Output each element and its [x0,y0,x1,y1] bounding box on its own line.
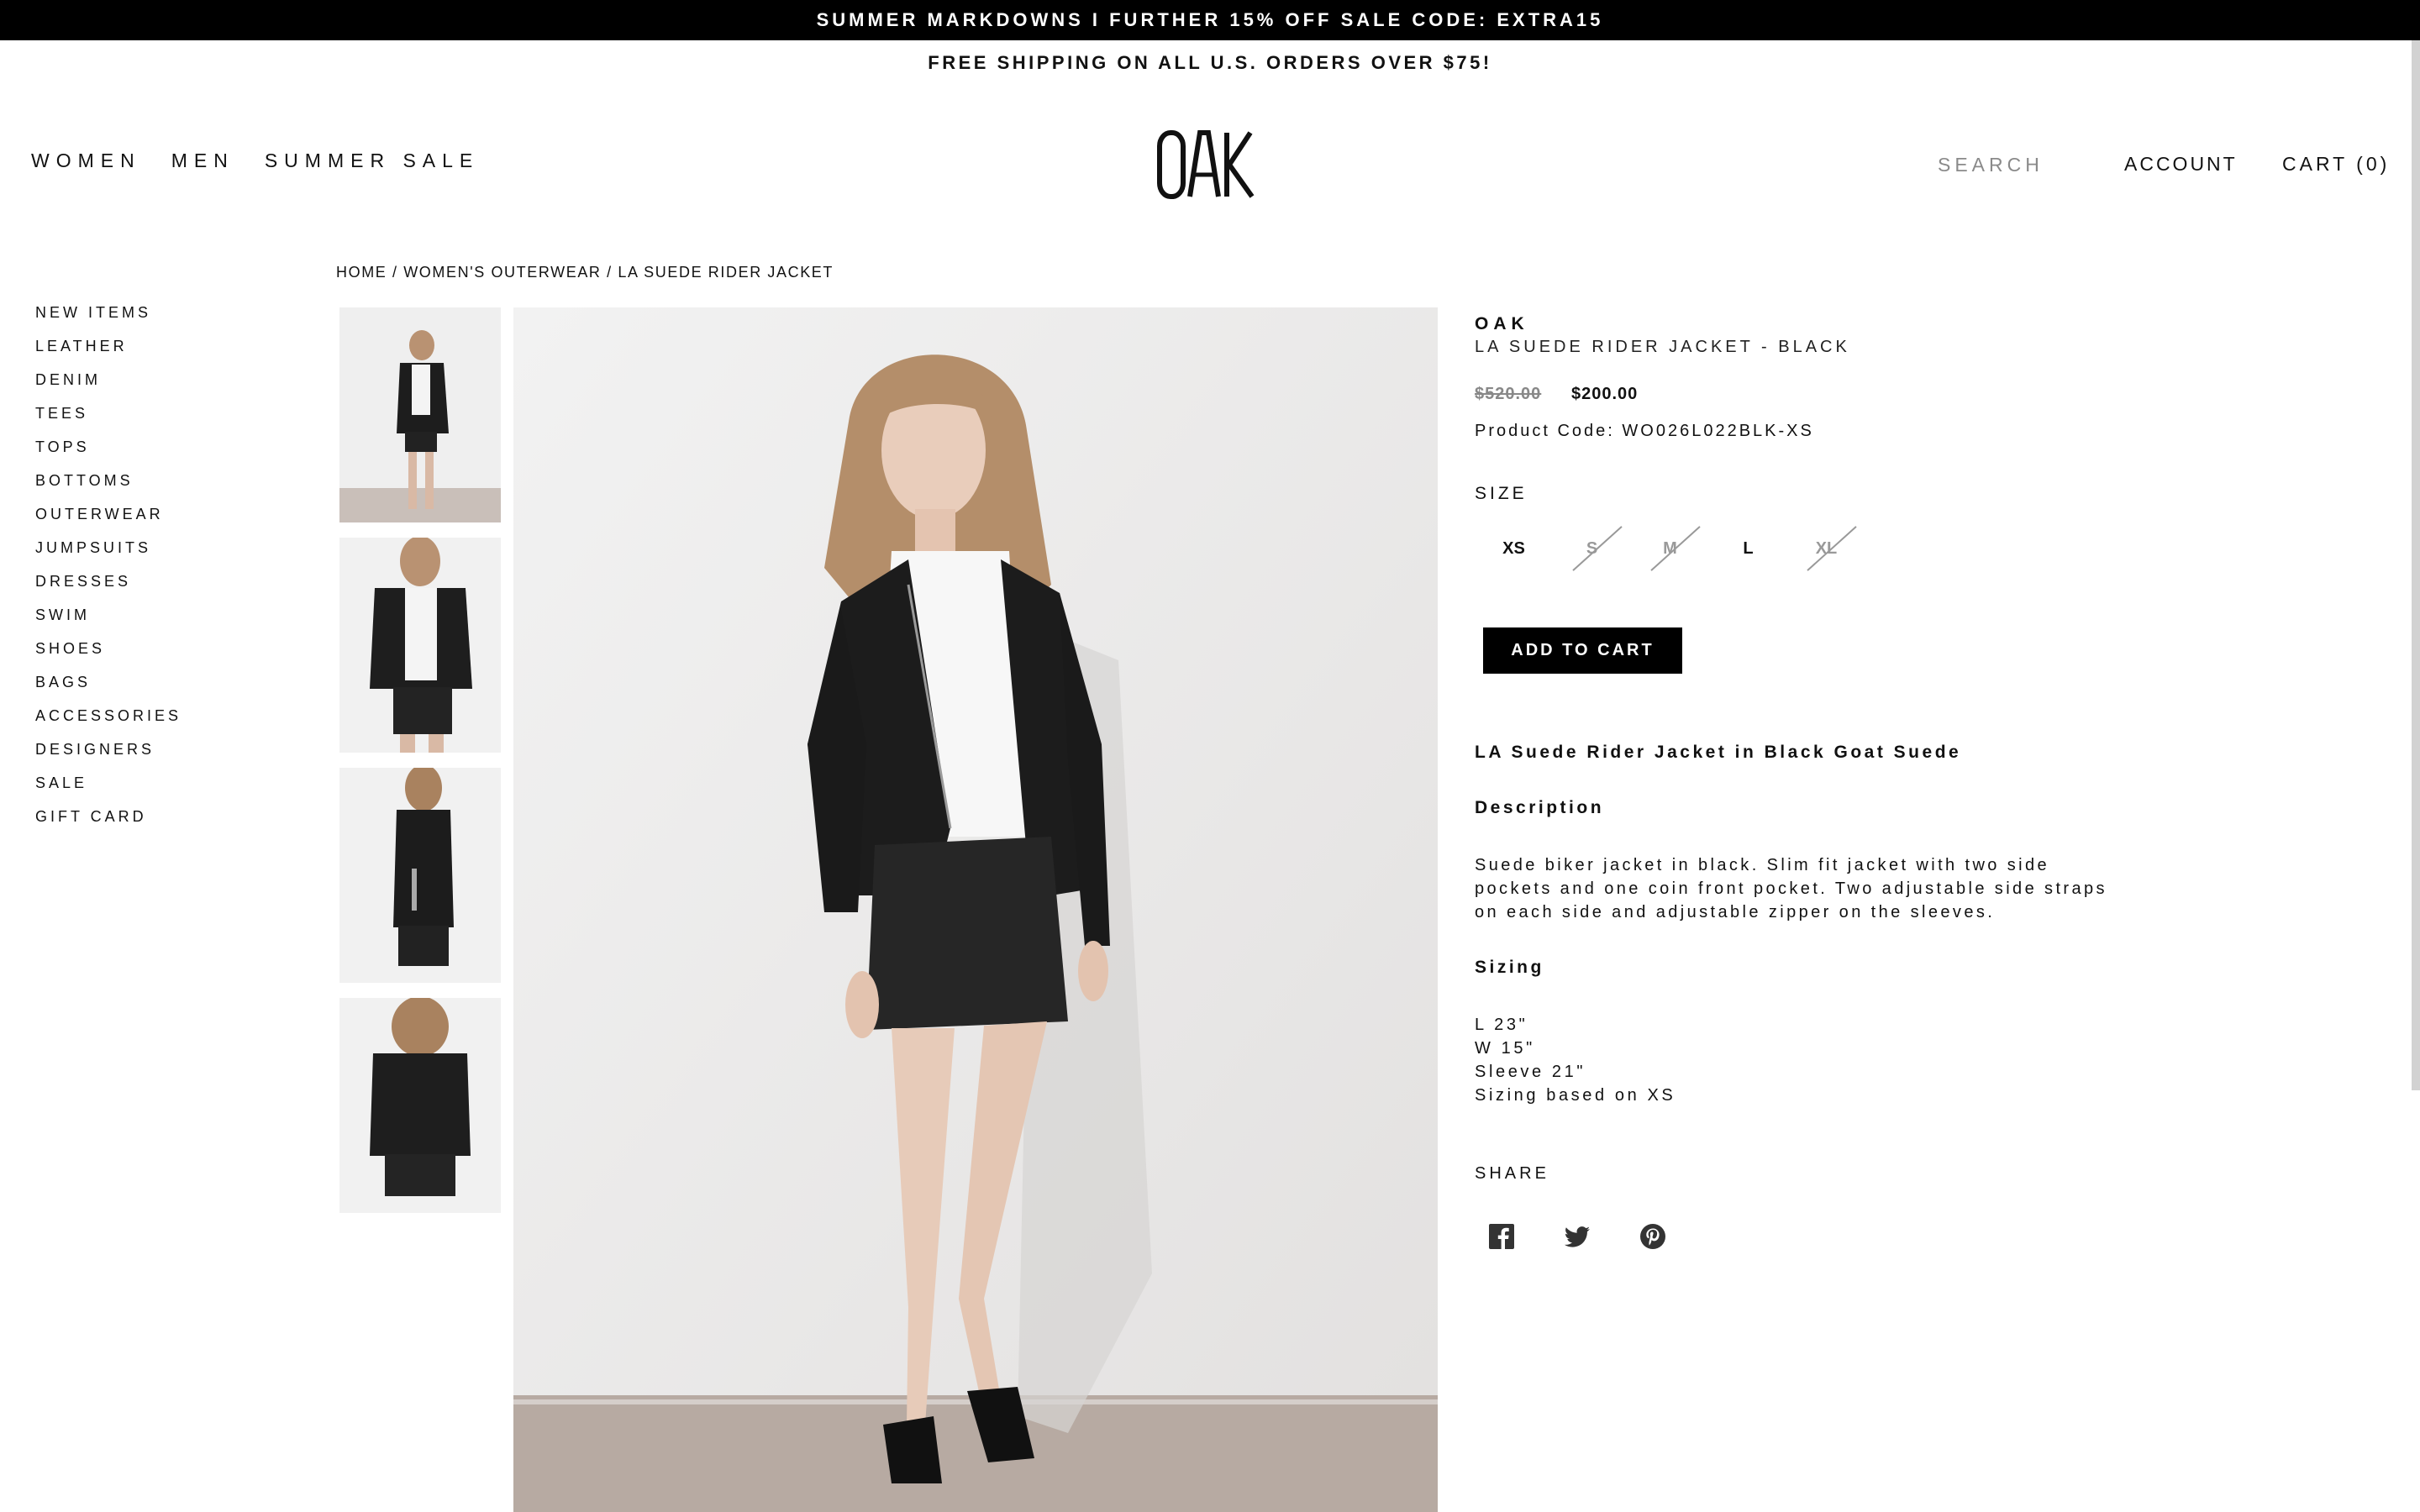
page-scrollbar[interactable] [2412,40,2420,1090]
oak-logo-icon [1157,130,1255,199]
main-nav: WOMEN MEN SUMMER SALE [31,150,479,172]
sidebar-item-designers[interactable]: DESIGNERS [35,741,182,774]
shipping-text: FREE SHIPPING ON ALL U.S. ORDERS OVER $7… [928,52,1492,73]
sidebar-item-swim[interactable]: SWIM [35,606,182,640]
sidebar-item-shoes[interactable]: SHOES [35,640,182,674]
twitter-icon[interactable] [1563,1222,1591,1251]
breadcrumb-separator: / [601,264,618,281]
share-label: SHARE [1475,1164,1549,1183]
sizing-waist: W 15" [1475,1039,1535,1058]
size-option-xs[interactable]: XS [1475,522,1553,575]
original-price: $520.00 [1475,385,1542,403]
sidebar-item-denim[interactable]: DENIM [35,371,182,405]
add-to-cart-button[interactable]: ADD TO CART [1483,627,1682,674]
breadcrumb-category[interactable]: WOMEN'S OUTERWEAR [403,264,601,281]
thumbnail-image [339,998,501,1213]
nav-men[interactable]: MEN [171,150,234,172]
product-brand[interactable]: OAK [1475,314,1529,334]
sidebar-item-bags[interactable]: BAGS [35,674,182,707]
sidebar-item-leather[interactable]: LEATHER [35,338,182,371]
sidebar-item-gift-card[interactable]: GIFT CARD [35,808,182,842]
nav-summer-sale[interactable]: SUMMER SALE [265,150,479,172]
pinterest-icon[interactable] [1639,1222,1667,1251]
promo-text: SUMMER MARKDOWNS I FURTHER 15% OFF SALE … [816,9,1604,30]
breadcrumb-home[interactable]: HOME [336,264,387,281]
breadcrumb-current: LA SUEDE RIDER JACKET [618,264,834,281]
nav-women[interactable]: WOMEN [31,150,141,172]
facebook-icon[interactable] [1487,1222,1516,1251]
product-main-image[interactable] [513,307,1438,1512]
shipping-announcement-bar: FREE SHIPPING ON ALL U.S. ORDERS OVER $7… [0,40,2420,86]
size-label: SIZE [1475,484,1528,503]
sale-price: $200.00 [1571,385,1639,403]
product-thumbnail-front[interactable] [339,307,501,522]
product-description: Suede biker jacket in black. Slim fit ja… [1475,856,2107,921]
sidebar-item-jumpsuits[interactable]: JUMPSUITS [35,539,182,573]
thumbnail-image [339,538,501,753]
sidebar-item-sale[interactable]: SALE [35,774,182,808]
thumbnail-image [339,307,501,522]
promo-announcement-bar: SUMMER MARKDOWNS I FURTHER 15% OFF SALE … [0,0,2420,40]
size-option-l[interactable]: L [1709,522,1787,575]
sidebar-item-tops[interactable]: TOPS [35,438,182,472]
sidebar-item-bottoms[interactable]: BOTTOMS [35,472,182,506]
description-heading: Description [1475,798,1605,817]
size-option-s-unavailable: S [1553,522,1631,575]
sizing-heading: Sizing [1475,958,1544,977]
sizing-length: L 23" [1475,1016,1528,1034]
product-code: Product Code: WO026L022BLK-XS [1475,422,1814,440]
size-option-xl-unavailable: XL [1787,522,1865,575]
thumbnail-image [339,768,501,983]
product-thumbnail-open[interactable] [339,538,501,753]
sidebar-item-new-items[interactable]: NEW ITEMS [35,304,182,338]
site-logo[interactable] [1156,126,1257,202]
cart-link[interactable]: CART (0) [2282,153,2390,176]
product-title: LA SUEDE RIDER JACKET - BLACK [1475,338,1850,356]
breadcrumb-separator: / [387,264,404,281]
size-option-m-unavailable: M [1631,522,1709,575]
share-buttons [1487,1222,1667,1251]
search-input[interactable] [1936,150,2065,180]
breadcrumb: HOME / WOMEN'S OUTERWEAR / LA SUEDE RIDE… [336,264,834,281]
product-thumbnail-side[interactable] [339,768,501,983]
sizing-details: L 23" W 15" Sleeve 21" Sizing based on X… [1475,1013,1676,1107]
account-link[interactable]: ACCOUNT [2124,153,2238,176]
product-headline: LA Suede Rider Jacket in Black Goat Sued… [1475,743,1962,762]
sizing-note: Sizing based on XS [1475,1086,1676,1105]
sidebar-item-outerwear[interactable]: OUTERWEAR [35,506,182,539]
size-selector: XS S M L XL [1475,522,1865,575]
sizing-sleeve: Sleeve 21" [1475,1063,1586,1081]
sidebar-item-accessories[interactable]: ACCESSORIES [35,707,182,741]
category-sidebar: NEW ITEMS LEATHER DENIM TEES TOPS BOTTOM… [35,304,182,842]
model-photo [513,307,1438,1512]
sidebar-item-dresses[interactable]: DRESSES [35,573,182,606]
sidebar-item-tees[interactable]: TEES [35,405,182,438]
product-thumbnail-back[interactable] [339,998,501,1213]
